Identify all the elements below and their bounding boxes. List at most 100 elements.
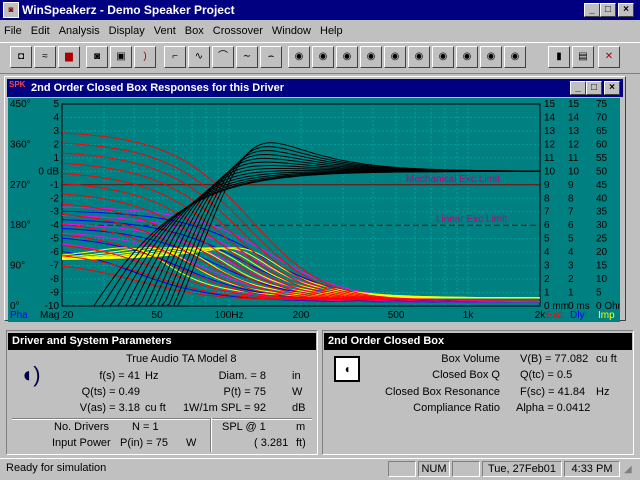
dly-tick-label: 8 — [568, 193, 574, 204]
filter-highpass-icon[interactable]: ∿ — [188, 46, 210, 68]
dly-tick-label: 3 — [568, 261, 574, 272]
box-volume-value[interactable]: V(B) = 77.082 — [520, 353, 588, 365]
freq-tick-label: 50 — [152, 310, 164, 321]
speaker-icon[interactable]: ◙ — [86, 46, 108, 68]
db-tick-label: 2 — [53, 139, 59, 150]
db-tick-label: -7 — [50, 261, 59, 272]
menu-file[interactable]: File — [4, 25, 22, 37]
closed-box-icon: ◖ — [334, 356, 360, 382]
db-tick-label: 4 — [53, 112, 59, 123]
spk-icon[interactable]: SPK — [9, 80, 27, 96]
exc-tick-label: 12 — [544, 139, 556, 150]
phase-tick-label: 360° — [10, 139, 31, 150]
menu-help[interactable]: Help — [320, 25, 343, 37]
child-minimize-button[interactable]: _ — [570, 81, 586, 95]
child-close-button[interactable]: × — [604, 81, 620, 95]
dly-tick-label: 11 — [568, 153, 579, 164]
response-window-title-bar: 2nd Order Closed Box Responses for this … — [7, 79, 623, 97]
status-num: NUM — [418, 461, 450, 477]
input-power-value[interactable]: P(in) = 75 — [120, 437, 168, 449]
linear-limit-label: Linear Exc Limit — [436, 214, 507, 225]
phase-tick-label: 450° — [10, 99, 31, 110]
view-7-icon[interactable]: ◉ — [432, 46, 454, 68]
compliance-ratio-value: Alpha = 0.0412 — [516, 402, 591, 414]
closed-box-resonance-value: F(sc) = 41.84 — [520, 386, 586, 398]
db-tick-label: -1 — [50, 180, 59, 191]
driver-icon[interactable]: ◘ — [10, 46, 32, 68]
freq-tick-label: 500 — [388, 310, 405, 321]
status-cell-empty-2 — [452, 461, 480, 477]
layout-icon[interactable]: ▤ — [572, 46, 594, 68]
car-icon[interactable]: ▆ — [58, 46, 80, 68]
pt-value: P(t) = 75 — [223, 386, 267, 398]
status-date: Tue, 27Feb01 — [482, 461, 562, 477]
exc-tick-label: 2 — [544, 274, 550, 285]
minimize-button[interactable]: _ — [584, 3, 600, 17]
view-5-icon[interactable]: ◉ — [384, 46, 406, 68]
exc-tick-label: 9 — [544, 180, 550, 191]
diam-value: Diam. = 8 — [218, 370, 266, 382]
dly-tick-label: 7 — [568, 207, 574, 218]
view-1-icon[interactable]: ◉ — [288, 46, 310, 68]
close-button[interactable]: × — [618, 3, 634, 17]
dly-tick-label: 9 — [568, 180, 574, 191]
dly-tick-label: 2 — [568, 274, 574, 285]
spl-at-value-unit: ft) — [296, 437, 306, 449]
exc-tick-label: 11 — [544, 153, 555, 164]
mech-limit-label: Mechanical Exc Limit — [406, 174, 500, 185]
view-8-icon[interactable]: ◉ — [456, 46, 478, 68]
imp-tick-label: 35 — [596, 207, 608, 218]
tools-icon[interactable]: ✕ — [598, 46, 620, 68]
filter-shelf-icon[interactable]: ⌢ — [260, 46, 282, 68]
view-2-icon[interactable]: ◉ — [312, 46, 334, 68]
parameters-icon[interactable]: ≈ — [34, 46, 56, 68]
view-3-icon[interactable]: ◉ — [336, 46, 358, 68]
db-tick-label: -5 — [50, 234, 59, 245]
view-6-icon[interactable]: ◉ — [408, 46, 430, 68]
resize-grip-icon[interactable]: ◢ — [624, 464, 638, 478]
dly-tick-label: 12 — [568, 139, 580, 150]
imp-tick-label: 20 — [596, 247, 608, 258]
box-volume-label: Box Volume — [441, 353, 500, 365]
menu-display[interactable]: Display — [109, 25, 145, 37]
driver-model: True Audio TA Model 8 — [126, 353, 237, 365]
imp-tick-label: 5 — [596, 288, 602, 299]
imp-tick-label: 65 — [596, 126, 608, 137]
phase-tick-label: 270° — [10, 180, 31, 191]
response-plot[interactable]: 543210 dB -1 -2 -3 -4 -5 -6 -7 -8 -9 -10 450° 360° 27… — [8, 98, 620, 322]
view-9-icon[interactable]: ◉ — [480, 46, 502, 68]
response-window-title: 2nd Order Closed Box Responses for this … — [31, 82, 285, 94]
box-icon[interactable]: ▣ — [110, 46, 132, 68]
menu-edit[interactable]: Edit — [31, 25, 50, 37]
sound-icon[interactable]: ) — [134, 46, 156, 68]
menu-crossover[interactable]: Crossover — [213, 25, 263, 37]
menu-analysis[interactable]: Analysis — [59, 25, 100, 37]
view-4-icon[interactable]: ◉ — [360, 46, 382, 68]
filter-notch-icon[interactable]: ∼ — [236, 46, 258, 68]
dly-tick-label: 10 — [568, 166, 580, 177]
menu-bar: File Edit Analysis Display Vent Box Crossover W… — [0, 21, 640, 41]
maximize-button[interactable]: □ — [600, 3, 616, 17]
closed-box-q-value[interactable]: Q(tc) = 0.5 — [520, 369, 572, 381]
spl-1w-unit: dB — [292, 402, 306, 414]
db-tick-label: -2 — [50, 193, 59, 204]
no-drivers-value[interactable]: N = 1 — [132, 421, 159, 433]
menu-vent[interactable]: Vent — [154, 25, 176, 37]
phase-tick-label: 90° — [10, 261, 25, 272]
app-icon[interactable]: ◙ — [3, 2, 19, 18]
dly-legend-label: Dly — [570, 310, 584, 321]
spl-at-value: ( 3.281 — [254, 437, 289, 449]
dly-tick-label: 6 — [568, 220, 574, 231]
menu-window[interactable]: Window — [272, 25, 311, 37]
vas-unit: cu ft — [145, 402, 166, 414]
filter-lowpass-icon[interactable]: ⌐ — [164, 46, 186, 68]
filter-bandpass-icon[interactable]: ⌒ — [212, 46, 234, 68]
view-10-icon[interactable]: ◉ — [504, 46, 526, 68]
phase-legend-label: Pha — [10, 310, 28, 321]
status-text: Ready for simulation — [6, 462, 107, 474]
child-maximize-button[interactable]: □ — [586, 81, 602, 95]
menu-box[interactable]: Box — [185, 25, 204, 37]
imp-legend-label: Imp — [598, 310, 615, 321]
box-panel-title: 2nd Order Closed Box — [324, 333, 632, 350]
bar-chart-icon[interactable]: ▮ — [548, 46, 570, 68]
